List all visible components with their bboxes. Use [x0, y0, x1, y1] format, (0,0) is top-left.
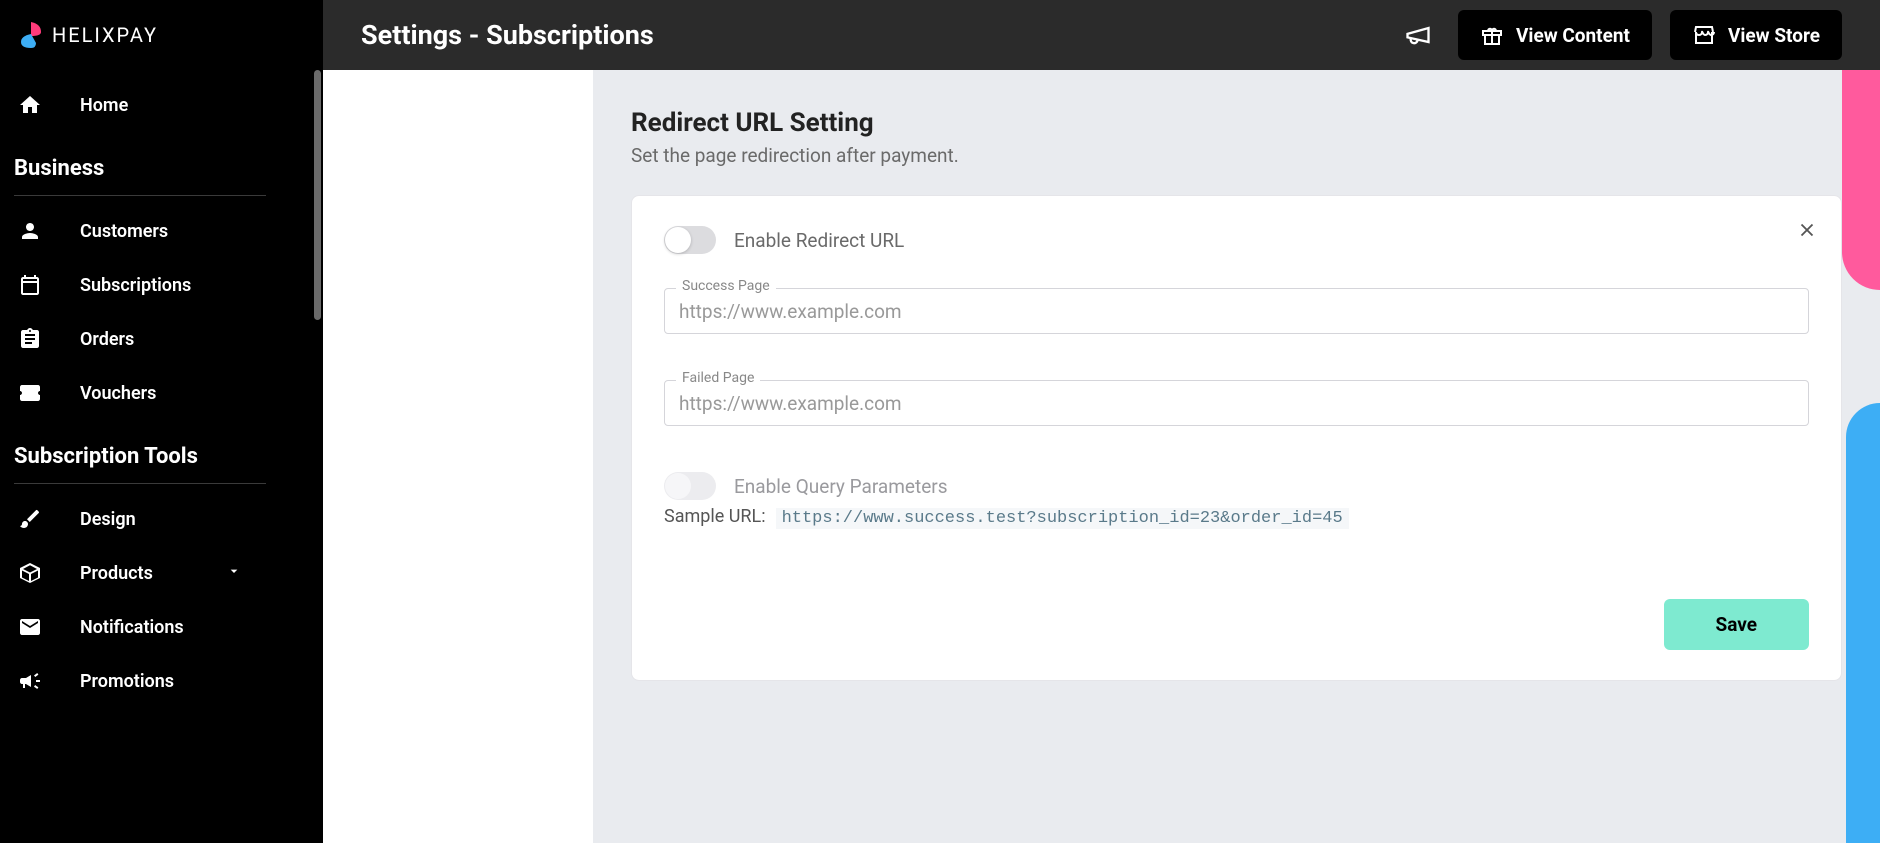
content-scroll[interactable]: Redirect URL Setting Set the page redire…	[323, 70, 1880, 843]
sidebar-label: Promotions	[80, 671, 174, 692]
brand-logo[interactable]: HELIXPAY	[0, 0, 280, 70]
section-subtitle: Set the page redirection after payment.	[631, 144, 1842, 167]
brand-name: HELIXPAY	[52, 23, 158, 47]
enable-redirect-toggle[interactable]	[664, 226, 716, 254]
sidebar-item-orders[interactable]: Orders	[0, 312, 280, 366]
sample-url-label: Sample URL:	[664, 506, 766, 527]
divider	[14, 483, 266, 484]
section-title: Redirect URL Setting	[631, 108, 1842, 138]
sidebar-label: Orders	[80, 329, 134, 350]
mail-icon	[18, 615, 42, 639]
sidebar-item-promotions[interactable]: Promotions	[0, 654, 280, 708]
close-icon	[1796, 219, 1818, 241]
brush-icon	[18, 507, 42, 531]
failed-page-input[interactable]	[664, 380, 1809, 426]
topbar: Settings - Subscriptions View Content Vi…	[323, 0, 1880, 70]
save-button[interactable]: Save	[1664, 599, 1810, 650]
success-page-input[interactable]	[664, 288, 1809, 334]
sidebar: HELIXPAY Home Business Customers	[0, 0, 323, 843]
redirect-url-card: Enable Redirect URL Success Page Failed …	[631, 195, 1842, 681]
ticket-icon	[18, 381, 42, 405]
sidebar-label: Vouchers	[80, 383, 156, 404]
enable-query-toggle[interactable]	[664, 472, 716, 500]
sample-url-value: https://www.success.test?subscription_id…	[776, 508, 1349, 529]
sidebar-label: Products	[80, 563, 153, 584]
view-store-button[interactable]: View Store	[1670, 10, 1842, 60]
sidebar-item-customers[interactable]: Customers	[0, 204, 280, 258]
sidebar-label: Home	[80, 95, 128, 116]
failed-page-label: Failed Page	[676, 370, 760, 386]
sidebar-item-subscriptions[interactable]: Subscriptions	[0, 258, 280, 312]
settings-subnav-panel	[323, 70, 593, 843]
page-title: Settings - Subscriptions	[361, 19, 654, 51]
button-label: View Content	[1516, 24, 1630, 47]
toggle-knob	[665, 473, 691, 499]
chevron-down-icon	[226, 563, 242, 584]
toggle-knob	[665, 227, 691, 253]
sidebar-item-notifications[interactable]: Notifications	[0, 600, 280, 654]
enable-query-label: Enable Query Parameters	[734, 475, 948, 498]
megaphone-icon	[1404, 21, 1432, 49]
divider	[14, 195, 266, 196]
view-content-button[interactable]: View Content	[1458, 10, 1652, 60]
gift-icon	[1480, 23, 1504, 47]
sidebar-section-business: Business	[0, 132, 280, 195]
success-page-label: Success Page	[676, 278, 776, 294]
enable-redirect-label: Enable Redirect URL	[734, 229, 904, 252]
sidebar-item-products[interactable]: Products	[0, 546, 280, 600]
announce-button[interactable]	[1396, 13, 1440, 57]
box-icon	[18, 561, 42, 585]
person-icon	[18, 219, 42, 243]
sidebar-item-vouchers[interactable]: Vouchers	[0, 366, 280, 420]
sidebar-label: Design	[80, 509, 136, 530]
sidebar-label: Subscriptions	[80, 275, 191, 296]
sidebar-label: Notifications	[80, 617, 184, 638]
megaphone-icon	[18, 669, 42, 693]
store-icon	[1692, 23, 1716, 47]
sidebar-section-subscription-tools: Subscription Tools	[0, 420, 280, 483]
settings-content-panel: Redirect URL Setting Set the page redire…	[593, 70, 1880, 843]
sidebar-label: Customers	[80, 221, 168, 242]
button-label: View Store	[1728, 24, 1820, 47]
sidebar-item-design[interactable]: Design	[0, 492, 280, 546]
sidebar-item-home[interactable]: Home	[0, 78, 280, 132]
sidebar-scrollbar[interactable]	[314, 70, 321, 320]
logo-mark-icon	[18, 22, 44, 48]
close-button[interactable]	[1791, 214, 1823, 246]
calendar-icon	[18, 273, 42, 297]
clipboard-icon	[18, 327, 42, 351]
home-icon	[18, 93, 42, 117]
main-area: Settings - Subscriptions View Content Vi…	[323, 0, 1880, 843]
